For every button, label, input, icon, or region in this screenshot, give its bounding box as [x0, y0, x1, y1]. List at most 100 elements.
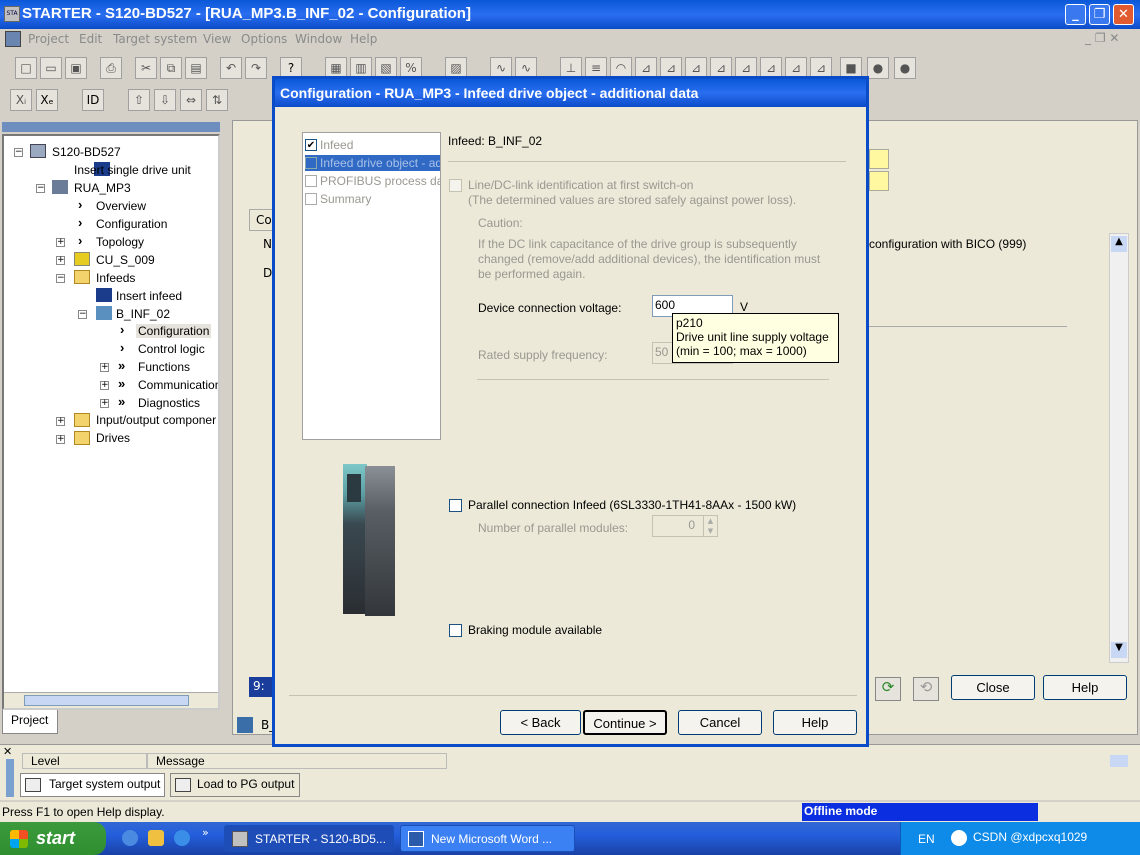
menu-target-system[interactable]: Target system — [113, 32, 197, 46]
tree-item-configuration[interactable]: Configuration — [96, 217, 167, 231]
caution-text-1: If the DC link capacitance of the drive … — [478, 237, 797, 251]
bg-help-button[interactable]: Help — [1043, 675, 1127, 700]
tab-load-output[interactable]: Load to PG output — [170, 773, 300, 797]
tree-item-communication[interactable]: Communication — [138, 378, 218, 392]
taskbar-item-word[interactable]: New Microsoft Word ... — [400, 825, 575, 852]
help-button[interactable]: Help — [773, 710, 857, 735]
mdi-controls[interactable]: _ ❐ ✕ — [1085, 31, 1119, 45]
expand-icon[interactable]: + — [100, 399, 109, 408]
close-button[interactable]: Close — [951, 675, 1035, 700]
xe-icon[interactable]: Xₑ — [36, 89, 58, 111]
print-icon[interactable]: ⎙ — [100, 57, 122, 79]
ident-checkbox[interactable] — [449, 179, 462, 192]
scroll-thumb[interactable] — [24, 695, 189, 706]
expand-icon[interactable]: + — [56, 417, 65, 426]
collapse-icon[interactable]: − — [56, 274, 65, 283]
col-level[interactable]: Level — [22, 753, 147, 769]
taskbar-item-starter[interactable]: STARTER - S120-BD5... — [224, 825, 394, 852]
new-icon[interactable]: □ — [15, 57, 37, 79]
record-icon-1[interactable]: ● — [867, 57, 889, 79]
tree-item-functions[interactable]: Functions — [138, 360, 190, 374]
language-indicator[interactable]: EN — [918, 832, 935, 846]
close-window-button[interactable]: ✕ — [1113, 4, 1134, 25]
compare-icon[interactable]: ⇔ — [180, 89, 202, 111]
tree-item-project[interactable]: S120-BD527 — [52, 145, 121, 159]
col-message[interactable]: Message — [147, 753, 447, 769]
tree-item-insert-drive[interactable]: Insert single drive unit — [74, 163, 191, 177]
sync-icon[interactable]: ⇅ — [206, 89, 228, 111]
menu-edit[interactable]: Edit — [79, 32, 102, 46]
undo-icon[interactable]: ↶ — [220, 57, 242, 79]
save-icon[interactable]: ▣ — [65, 57, 87, 79]
tree-hscrollbar[interactable] — [4, 692, 218, 708]
ie-icon[interactable] — [122, 830, 138, 846]
open-icon[interactable]: ▭ — [40, 57, 62, 79]
more-icon[interactable]: » — [202, 826, 209, 839]
vscrollbar[interactable]: ▲ ▼ — [1109, 233, 1129, 663]
tree-item-drives[interactable]: Drives — [96, 431, 130, 445]
refresh-icon[interactable]: ⟳ — [875, 677, 901, 701]
expand-icon[interactable]: + — [56, 256, 65, 265]
tray-icon[interactable] — [951, 830, 967, 846]
menu-help[interactable]: Help — [350, 32, 377, 46]
collapse-icon[interactable]: − — [36, 184, 45, 193]
parallel-checkbox[interactable] — [449, 499, 462, 512]
arrow-up-icon[interactable]: ⇧ — [128, 89, 150, 111]
tree-item-io[interactable]: Input/output componer — [96, 413, 216, 427]
menu-window[interactable]: Window — [295, 32, 342, 46]
close-output-icon[interactable]: ✕ — [3, 745, 12, 758]
tree-item-diagnostics[interactable]: Diagnostics — [138, 396, 200, 410]
cancel-button[interactable]: Cancel — [678, 710, 762, 735]
maximize-button[interactable]: ❐ — [1089, 4, 1110, 25]
id-icon[interactable]: ID — [82, 89, 104, 111]
back-button[interactable]: < Back — [500, 710, 581, 735]
tree-item-topology[interactable]: Topology — [96, 235, 144, 249]
arrow-down-icon[interactable]: ⇩ — [154, 89, 176, 111]
tree-item-drive-unit[interactable]: RUA_MP3 — [74, 181, 131, 195]
expand-icon[interactable]: + — [100, 381, 109, 390]
tree-item-control-logic[interactable]: Control logic — [138, 342, 205, 356]
braking-label: Braking module available — [468, 623, 603, 637]
menu-view[interactable]: View — [203, 32, 231, 46]
cut-icon[interactable]: ✂ — [135, 57, 157, 79]
browser-icon[interactable] — [174, 830, 190, 846]
tree-item-b-configuration[interactable]: Configuration — [136, 324, 212, 338]
cu-icon — [74, 252, 90, 266]
tree-item-infeed[interactable]: B_INF_02 — [116, 307, 170, 321]
braking-checkbox[interactable] — [449, 624, 462, 637]
menu-project[interactable]: Project — [28, 32, 69, 46]
menu-options[interactable]: Options — [241, 32, 287, 46]
wizard-steps: ✔ Infeed Infeed drive object - ad PROFIB… — [302, 132, 441, 440]
collapse-icon[interactable]: − — [78, 310, 87, 319]
minimize-button[interactable]: _ — [1065, 4, 1086, 25]
redo-icon[interactable]: ↷ — [245, 57, 267, 79]
expand-icon[interactable]: + — [56, 435, 65, 444]
continue-button[interactable]: Continue > — [583, 710, 667, 735]
tree-item-overview[interactable]: Overview — [96, 199, 146, 213]
start-button[interactable]: start — [0, 822, 106, 855]
tree-item-cu[interactable]: CU_S_009 — [96, 253, 155, 267]
xi-icon[interactable]: Xᵢ — [10, 89, 32, 111]
expand-icon[interactable]: + — [100, 363, 109, 372]
paste-icon[interactable]: ▤ — [185, 57, 207, 79]
tab-target-output[interactable]: Target system output — [20, 773, 165, 797]
step-summary[interactable]: Summary — [305, 191, 440, 207]
tree-header — [2, 122, 220, 132]
tree-item-insert-infeed[interactable]: Insert infeed — [116, 289, 182, 303]
step-infeed[interactable]: ✔ Infeed — [305, 137, 440, 153]
clock-icon[interactable] — [148, 830, 164, 846]
sync-gray-icon[interactable]: ⟲ — [913, 677, 939, 701]
record-icon-2[interactable]: ● — [894, 57, 916, 79]
tree-item-infeeds[interactable]: Infeeds — [96, 271, 135, 285]
copy-icon[interactable]: ⧉ — [160, 57, 182, 79]
expand-icon[interactable]: + — [56, 238, 65, 247]
scroll-up-icon[interactable]: ▲ — [1111, 236, 1127, 252]
collapse-icon[interactable]: − — [14, 148, 23, 157]
step-infeed-drive-object[interactable]: Infeed drive object - ad — [305, 155, 440, 171]
pane-menu-icon[interactable] — [1110, 755, 1128, 767]
tab-project[interactable]: Project — [2, 710, 58, 734]
scroll-down-icon[interactable]: ▼ — [1111, 642, 1127, 658]
spinner-icon[interactable]: ▲ ▼ — [703, 516, 717, 536]
step-profibus[interactable]: PROFIBUS process da — [305, 173, 440, 189]
folder-icon — [74, 431, 90, 445]
